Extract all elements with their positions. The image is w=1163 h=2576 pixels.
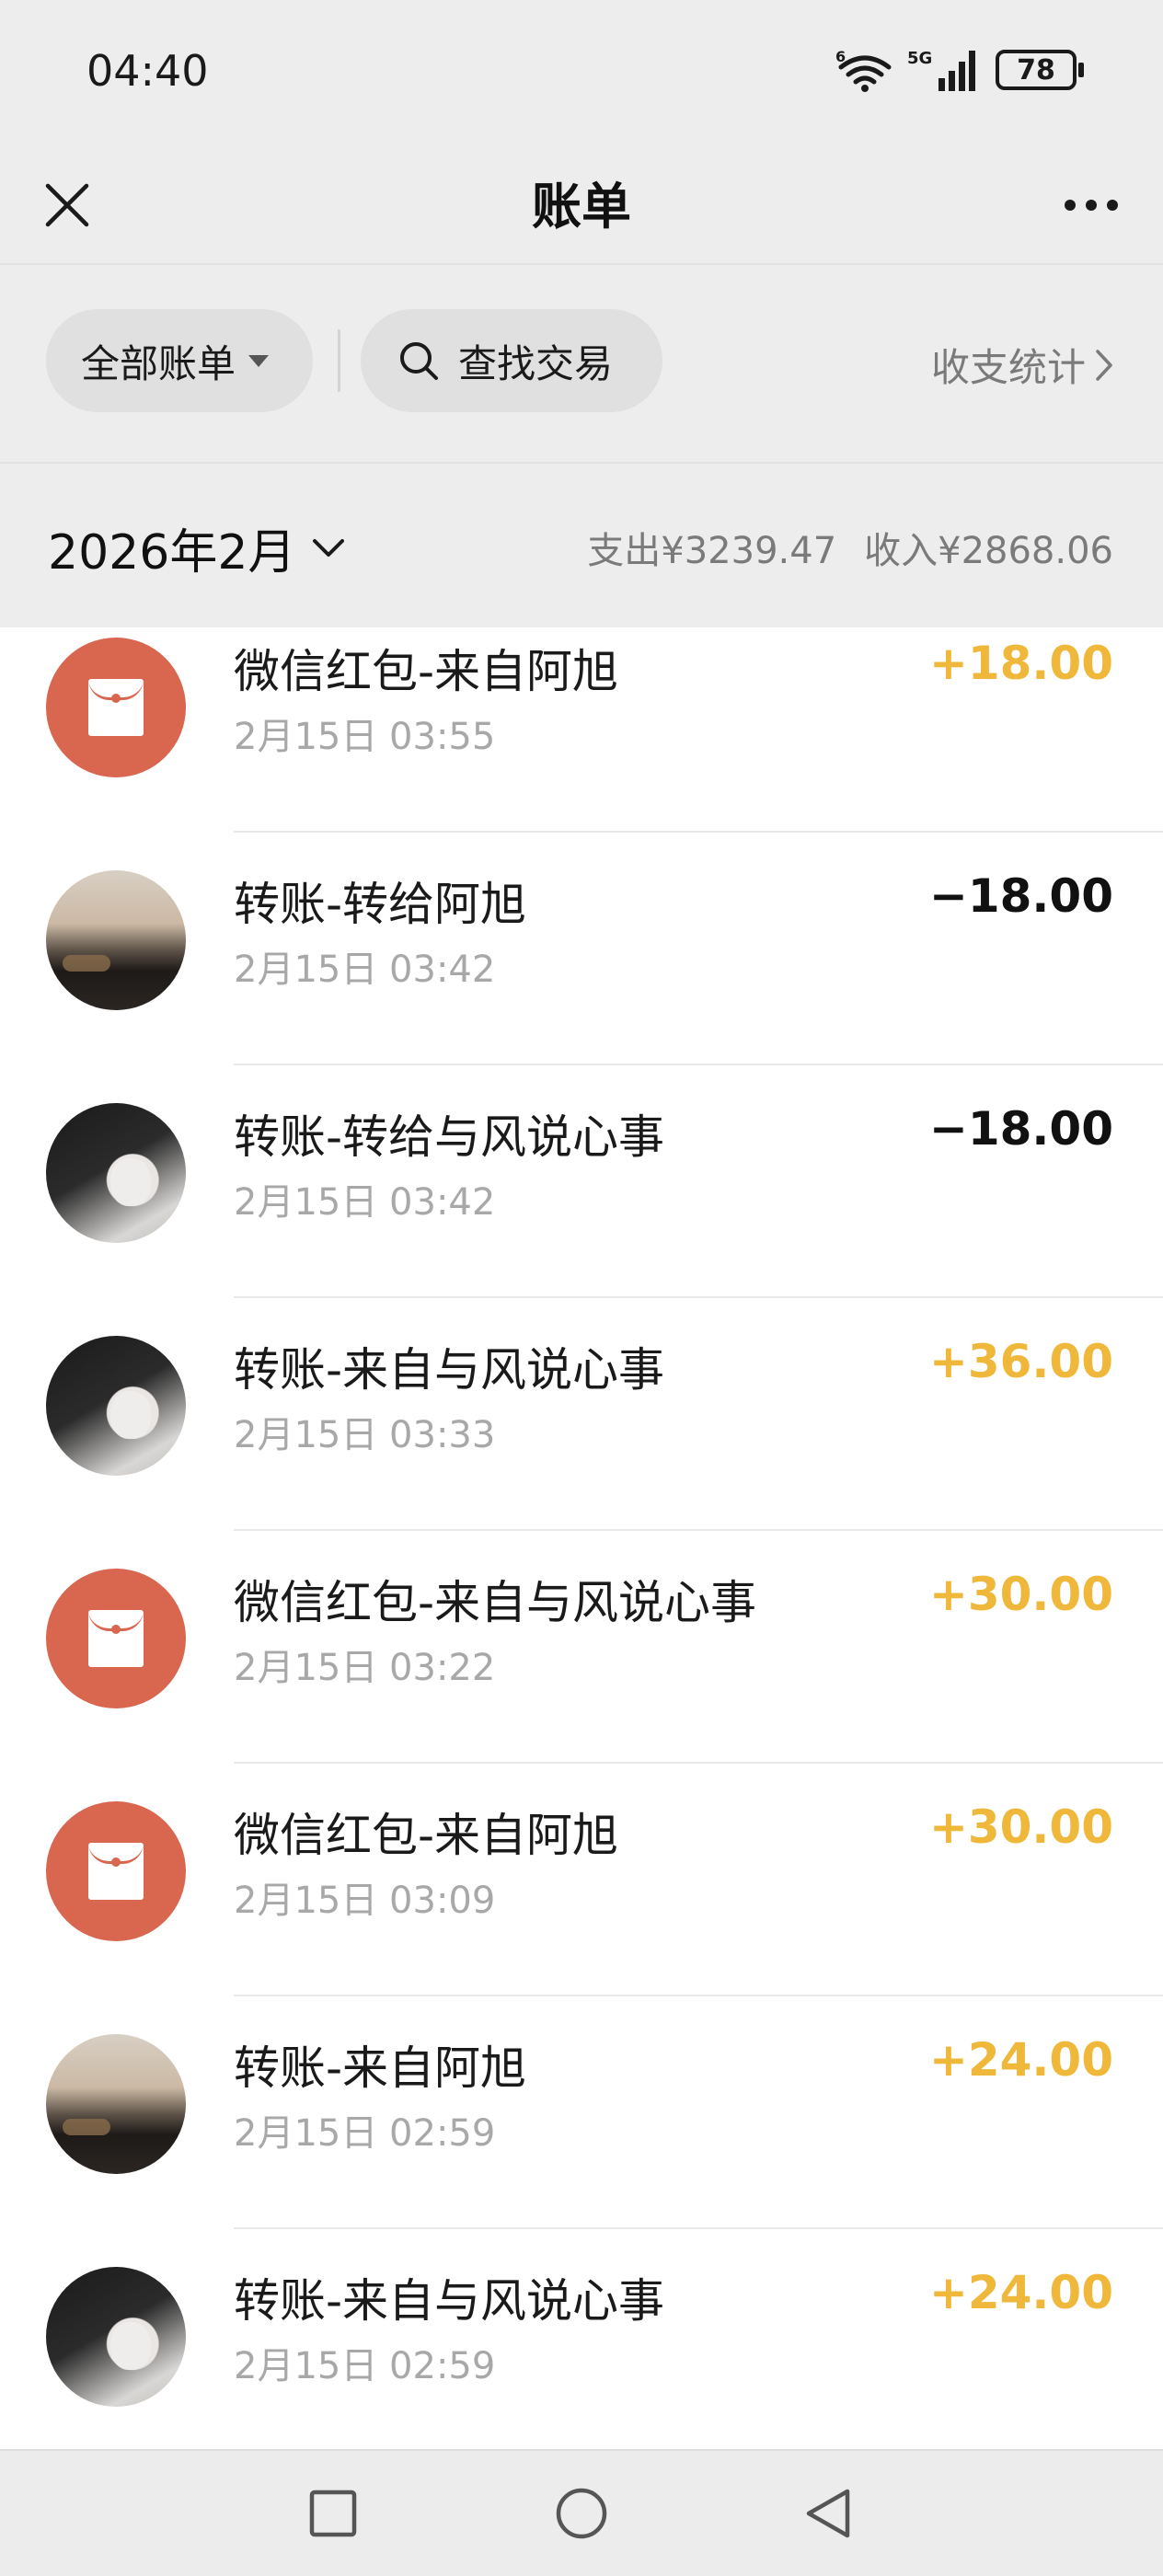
status-time: 04:40 <box>86 46 209 96</box>
network-label: 5G <box>907 49 932 68</box>
page-title: 账单 <box>532 178 631 236</box>
transaction-title: 转账-来自与风说心事 <box>234 2274 665 2328</box>
more-button[interactable] <box>1047 166 1135 245</box>
stats-link[interactable]: 收支统计 <box>931 337 1113 393</box>
status-icons: 6 5G 78 <box>834 44 1084 96</box>
avatar <box>46 1103 186 1243</box>
all-bills-label: 全部账单 <box>81 340 236 386</box>
month-label: 2026年2月 <box>48 525 296 581</box>
search-label: 查找交易 <box>458 340 614 386</box>
square-icon <box>309 2490 357 2537</box>
transaction-time: 2月15日 03:22 <box>234 1647 496 1689</box>
transaction-title: 微信红包-来自与风说心事 <box>234 1576 757 1629</box>
transaction-amount: +30.00 <box>928 1800 1113 1854</box>
filter-divider <box>338 329 340 392</box>
transaction-row[interactable]: 转账-来自与风说心事 2月15日 02:59 +24.00 <box>0 2229 1163 2449</box>
transaction-row[interactable]: 转账-转给与风说心事 2月15日 03:42 −18.00 <box>0 1065 1163 1298</box>
month-income: 收入¥2868.06 <box>864 530 1113 572</box>
month-selector[interactable]: 2026年2月 <box>48 513 345 582</box>
more-icon <box>1065 200 1118 211</box>
transaction-time: 2月15日 03:55 <box>234 716 496 758</box>
transaction-row[interactable]: 微信红包-来自与风说心事 2月15日 03:22 +30.00 <box>0 1531 1163 1764</box>
transaction-amount: −18.00 <box>928 1102 1113 1156</box>
transaction-row[interactable]: 微信红包-来自阿旭 2月15日 03:09 +30.00 <box>0 1764 1163 1996</box>
home-button[interactable] <box>543 2475 620 2552</box>
status-bar: 04:40 6 5G 78 <box>0 0 1163 147</box>
month-header: 2026年2月 支出¥3239.47 收入¥2868.06 <box>0 462 1163 627</box>
transaction-amount: +36.00 <box>928 1335 1113 1388</box>
battery-icon: 78 <box>996 50 1084 90</box>
chevron-right-icon <box>1096 349 1112 381</box>
transaction-row[interactable]: 转账-来自阿旭 2月15日 02:59 +24.00 <box>0 1996 1163 2229</box>
title-bar: 账单 <box>0 147 1163 263</box>
battery-level: 78 <box>1017 53 1055 86</box>
transaction-time: 2月15日 02:59 <box>234 2112 496 2155</box>
transaction-title: 转账-转给与风说心事 <box>234 1110 665 1164</box>
avatar <box>46 870 186 1010</box>
transaction-time: 2月15日 03:42 <box>234 1181 496 1224</box>
transaction-time: 2月15日 03:09 <box>234 1880 496 1922</box>
transaction-amount: +24.00 <box>928 2266 1113 2319</box>
signal-icon: 5G <box>907 49 975 91</box>
circle-icon <box>556 2488 607 2539</box>
transaction-amount: +30.00 <box>928 1568 1113 1621</box>
transaction-amount: +24.00 <box>928 2033 1113 2087</box>
avatar <box>46 2267 186 2407</box>
avatar <box>46 2034 186 2174</box>
red-packet-icon <box>46 1801 186 1941</box>
avatar <box>46 1336 186 1476</box>
month-expense: 支出¥3239.47 <box>587 530 837 572</box>
red-packet-icon <box>46 1569 186 1708</box>
transaction-row[interactable]: 微信红包-来自阿旭 2月15日 03:55 +18.00 <box>0 627 1163 833</box>
triangle-back-icon <box>806 2489 850 2538</box>
back-button[interactable] <box>789 2475 867 2552</box>
all-bills-filter[interactable]: 全部账单 <box>46 309 313 412</box>
transaction-time: 2月15日 03:42 <box>234 949 496 991</box>
transaction-row[interactable]: 转账-来自与风说心事 2月15日 03:33 +36.00 <box>0 1298 1163 1531</box>
transaction-amount: +18.00 <box>928 637 1113 690</box>
transaction-title: 转账-来自与风说心事 <box>234 1343 665 1397</box>
transaction-row[interactable]: 转账-转给阿旭 2月15日 03:42 −18.00 <box>0 833 1163 1065</box>
red-packet-icon <box>46 638 186 777</box>
transaction-title: 微信红包-来自阿旭 <box>234 645 619 698</box>
recents-button[interactable] <box>294 2475 372 2552</box>
transaction-list: 微信红包-来自阿旭 2月15日 03:55 +18.00 转账-转给阿旭 2月15日 0… <box>0 627 1163 2449</box>
month-summary: 支出¥3239.47 收入¥2868.06 <box>587 521 1113 574</box>
wifi-icon: 6 <box>835 48 892 92</box>
stats-label: 收支统计 <box>930 345 1086 390</box>
filter-bar: 全部账单 查找交易 收支统计 <box>0 263 1163 462</box>
transaction-title: 转账-转给阿旭 <box>234 878 527 931</box>
chevron-down-icon <box>313 538 345 557</box>
transaction-title: 微信红包-来自阿旭 <box>234 1809 619 1862</box>
transaction-time: 2月15日 02:59 <box>234 2345 496 2387</box>
search-icon <box>400 342 438 380</box>
navigation-bar <box>0 2449 1163 2576</box>
caret-down-icon <box>248 354 270 367</box>
transaction-amount: −18.00 <box>928 869 1113 923</box>
transaction-time: 2月15日 03:33 <box>234 1414 496 1456</box>
transaction-title: 转账-来自阿旭 <box>234 2041 527 2095</box>
search-transactions-button[interactable]: 查找交易 <box>361 309 662 412</box>
